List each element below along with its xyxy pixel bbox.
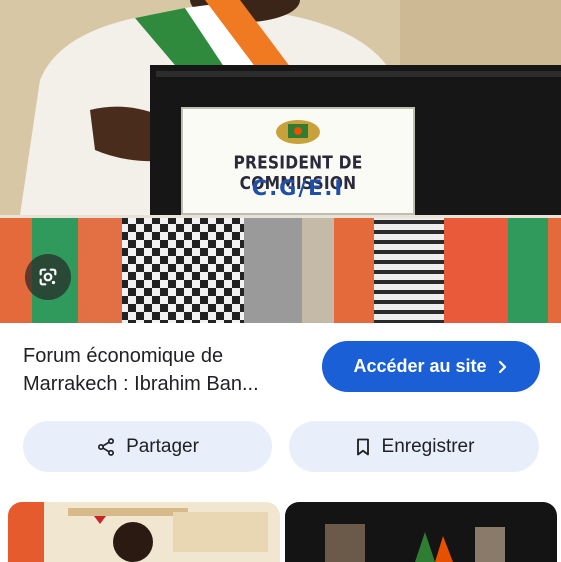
visit-site-label: Accéder au site bbox=[353, 356, 487, 376]
result-image[interactable]: PRESIDENT DE COMMISSION C.G/E.I bbox=[0, 0, 561, 323]
chevron-right-icon bbox=[498, 360, 506, 373]
thumbnail-illustration bbox=[285, 502, 557, 562]
bookmark-icon bbox=[356, 438, 369, 455]
share-label: Partager bbox=[126, 435, 199, 457]
coat-of-arms-icon bbox=[276, 120, 320, 144]
save-button[interactable]: Enregistrer bbox=[289, 421, 539, 472]
sign-subtitle: C.G/E.I bbox=[251, 176, 345, 200]
google-lens-button[interactable] bbox=[25, 254, 71, 300]
share-button[interactable]: Partager bbox=[23, 421, 272, 472]
google-lens-icon bbox=[39, 268, 57, 286]
save-label: Enregistrer bbox=[381, 435, 475, 457]
thumbnail-illustration bbox=[8, 502, 280, 562]
result-title[interactable]: Forum économique de Marrakech : Ibrahim … bbox=[23, 342, 313, 398]
visit-site-button[interactable]: Accéder au site bbox=[322, 341, 540, 392]
share-icon bbox=[98, 437, 115, 456]
result-title-line-2: Marrakech : Ibrahim Ban... bbox=[23, 373, 259, 395]
related-image-thumbnail[interactable] bbox=[285, 502, 557, 562]
related-image-thumbnail[interactable] bbox=[8, 502, 280, 562]
result-title-line-1: Forum économique de bbox=[23, 345, 224, 367]
